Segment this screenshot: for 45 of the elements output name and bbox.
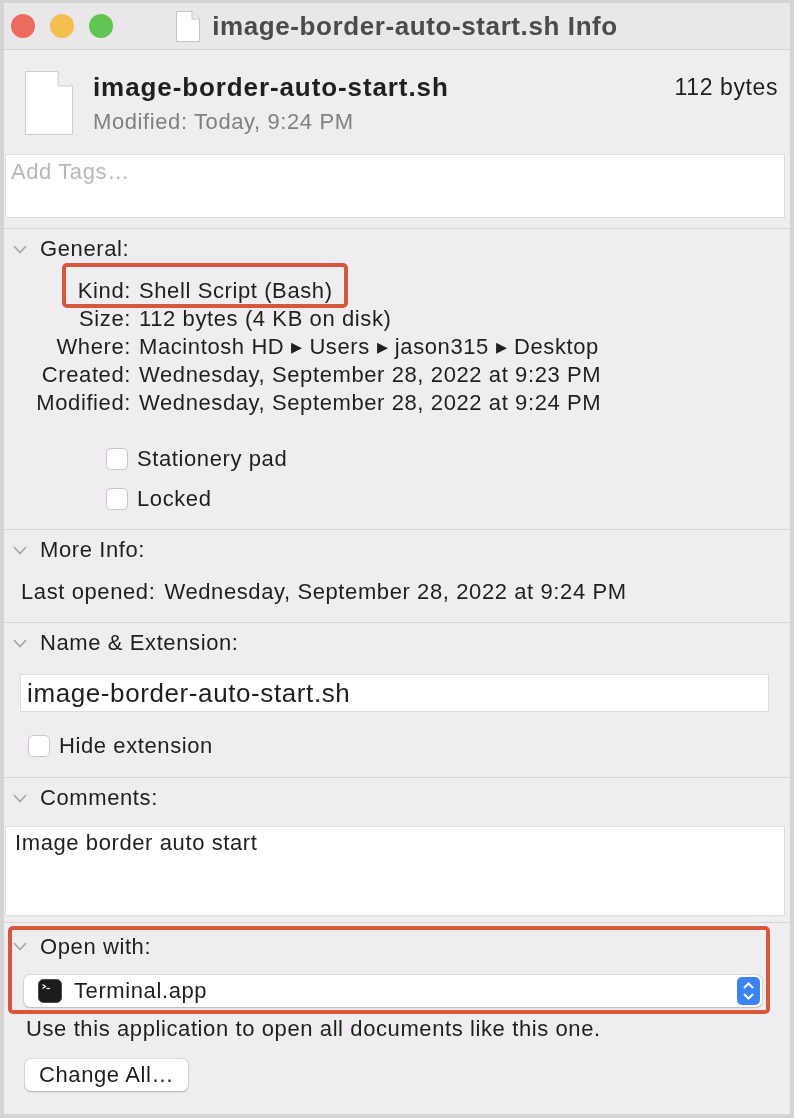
chevron-icon[interactable] [13,793,27,803]
info-label: Created: [40,361,131,389]
section-toggle[interactable]: Name & Extension: [4,623,239,663]
info-value: Shell Script (Bash) [139,278,333,303]
app-popup[interactable]: Terminal.app [24,975,762,1007]
info-label: Modified: [35,389,131,417]
file-size: 112 bytes [674,73,778,102]
chevron-icon[interactable] [13,244,27,254]
section-toggle[interactable]: Comments: [4,778,158,818]
filename-field[interactable]: image-border-auto-start.sh [20,674,769,712]
zoom-button[interactable] [89,14,113,38]
tags-field[interactable]: Add Tags… [5,154,785,218]
chevron-icon[interactable] [13,942,27,951]
close-button[interactable] [11,14,35,38]
checkbox[interactable] [28,735,50,757]
comments-field[interactable]: Image border auto start [5,826,785,916]
checkbox-label[interactable]: Locked [137,486,212,512]
info-label: Kind: [76,277,131,305]
info-value: Wednesday, September 28, 2022 at 9:24 PM [164,579,627,604]
minimize-button[interactable] [50,14,74,38]
document-icon [25,71,73,135]
section-toggle[interactable]: General: [4,229,130,269]
section-toggle[interactable]: Open with: [8,926,152,967]
checkbox-label[interactable]: Hide extension [59,733,213,759]
open-with-note: Use this application to open all documents like this one. [25,1015,602,1043]
up-down-arrows-icon[interactable] [737,977,760,1005]
info-label: Where: [55,333,131,361]
terminal-icon [38,979,62,1003]
window-title: image-border-auto-start.sh Info [212,10,618,42]
info-label: Size: [78,305,131,333]
info-label: Last opened: [21,578,156,606]
checkbox[interactable] [106,488,128,510]
chevron-icon[interactable] [13,638,27,648]
info-value: Macintosh HD ▸ Users ▸ jason315 ▸ Desktop [139,334,599,359]
info-value: 112 bytes (4 KB on disk) [139,306,392,331]
section-toggle[interactable]: More Info: [4,530,146,570]
info-value: Wednesday, September 28, 2022 at 9:24 PM [139,390,602,415]
change-all-button[interactable]: Change All… [25,1059,188,1091]
chevron-icon[interactable] [13,545,27,555]
file-name: image-border-auto-start.sh [93,71,450,103]
checkbox-label[interactable]: Stationery pad [137,446,288,472]
info-value: Wednesday, September 28, 2022 at 9:23 PM [139,362,602,387]
modified-date: Modified: Today, 9:24 PM [93,108,355,136]
checkbox[interactable] [106,448,128,470]
document-icon [176,10,201,42]
